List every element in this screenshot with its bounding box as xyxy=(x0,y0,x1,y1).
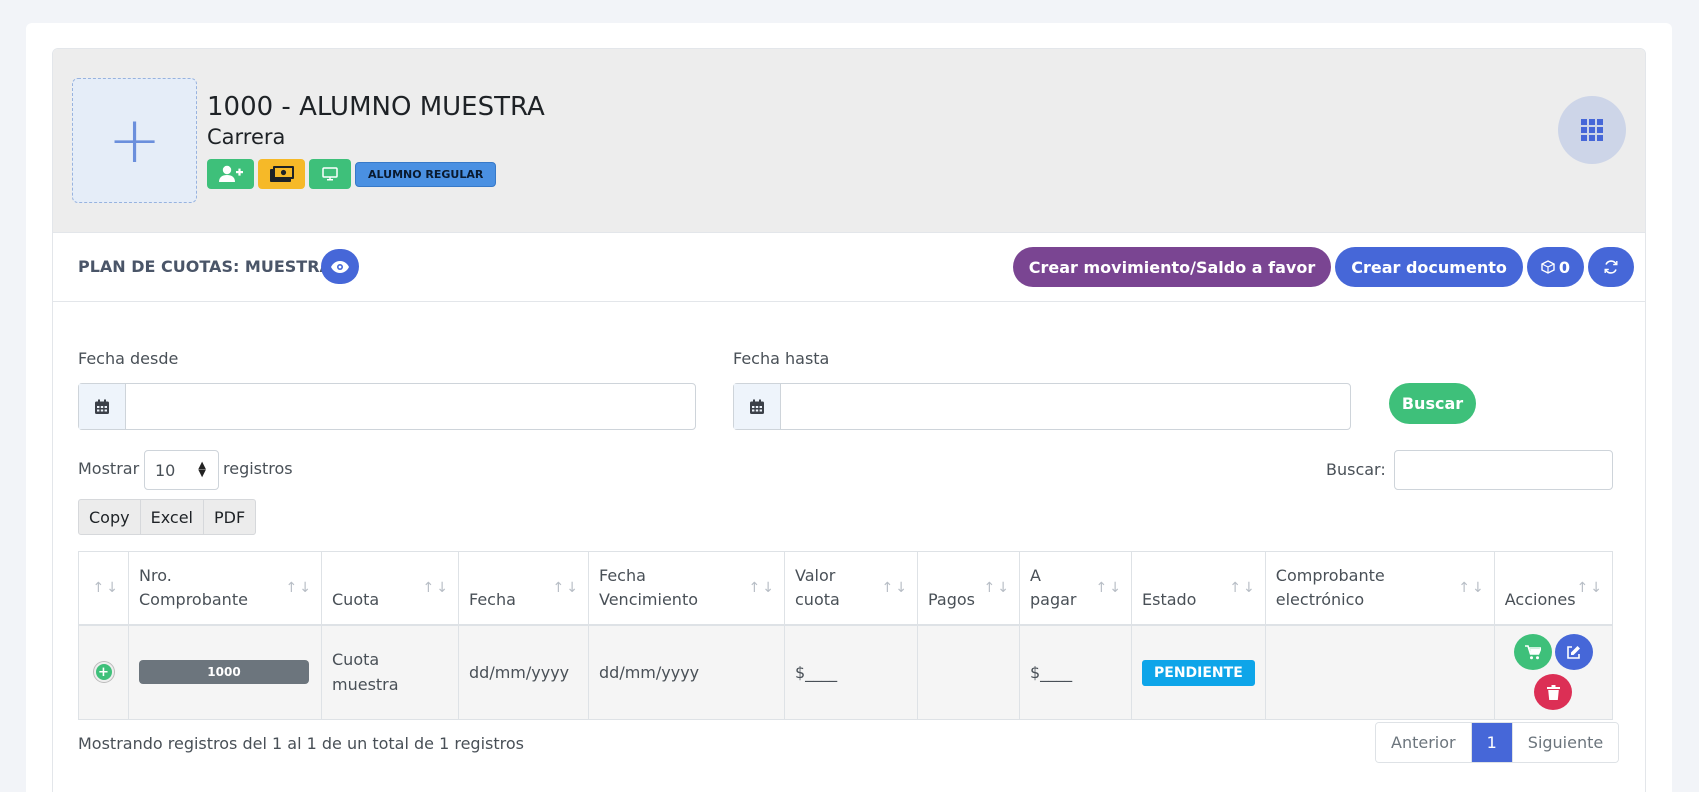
pagination-next[interactable]: Siguiente xyxy=(1512,723,1619,762)
column-header-estado[interactable]: Estado ↑↓ xyxy=(1131,551,1266,626)
sort-icon: ↑↓ xyxy=(881,580,909,596)
user-plus-icon xyxy=(218,165,243,182)
valor-cell: $____ xyxy=(784,624,918,720)
student-career: Carrera xyxy=(207,125,286,149)
sort-icon: ↑↓ xyxy=(422,580,450,596)
delete-button[interactable] xyxy=(1534,674,1573,711)
comprobante-cell xyxy=(1264,624,1495,720)
records-label: registros xyxy=(223,459,293,478)
column-header-expand[interactable]: ↑↓ xyxy=(78,551,129,626)
plan-toolbar: PLAN DE CUOTAS: MUESTRA Crear movimiento… xyxy=(53,233,1645,302)
sort-icon: ↑↓ xyxy=(1095,580,1123,596)
installments-table: ↑↓ Nro. Comprobante ↑↓ Cuota ↑↓ Fecha ↑↓ Fe… xyxy=(78,551,1614,720)
pagos-cell xyxy=(917,624,1020,720)
refresh-icon xyxy=(1604,260,1618,274)
pagination-current[interactable]: 1 xyxy=(1471,723,1513,762)
pagination-prev[interactable]: Anterior xyxy=(1376,723,1472,762)
column-header-valor[interactable]: Valor cuota ↑↓ xyxy=(784,551,918,626)
box-icon xyxy=(1541,260,1555,274)
date-to-field[interactable] xyxy=(733,383,1351,430)
sort-icon: ↑↓ xyxy=(285,580,313,596)
student-badges: ALUMNO REGULAR xyxy=(207,159,497,189)
fecha-cell: dd/mm/yyyy xyxy=(458,624,589,720)
column-header-comprobante[interactable]: Comprobante electrónico ↑↓ xyxy=(1264,551,1495,626)
trash-icon xyxy=(1546,684,1560,700)
sort-icon: ↑↓ xyxy=(1458,580,1486,596)
status-badge: PENDIENTE xyxy=(1142,659,1255,686)
plan-title: PLAN DE CUOTAS: MUESTRA xyxy=(78,257,332,276)
sort-icon: ↑↓ xyxy=(92,580,120,596)
table-search-input[interactable] xyxy=(1394,450,1613,490)
cart-icon xyxy=(1524,644,1541,659)
add-user-button[interactable] xyxy=(207,159,254,189)
column-header-pagos[interactable]: Pagos ↑↓ xyxy=(917,551,1020,626)
sort-icon: ↑↓ xyxy=(1229,580,1257,596)
create-document-button[interactable]: Crear documento xyxy=(1335,247,1523,287)
money-bill-icon xyxy=(269,166,294,182)
edit-icon xyxy=(1567,645,1581,659)
calendar-icon xyxy=(734,384,781,429)
nro-cell: 1000 xyxy=(128,624,322,720)
row-actions xyxy=(1508,634,1598,711)
column-header-acciones[interactable]: Acciones ↑↓ xyxy=(1493,551,1614,626)
grid-icon xyxy=(1581,119,1603,141)
student-header: + 1000 - ALUMNO MUESTRA Carrera ALUMNO R… xyxy=(53,49,1645,233)
pagination: Anterior 1 Siguiente xyxy=(1375,722,1620,763)
calendar-icon xyxy=(79,384,126,429)
select-arrows-icon: ▲ ▼ xyxy=(198,460,206,479)
show-label: Mostrar xyxy=(78,459,140,478)
date-from-label: Fecha desde xyxy=(78,349,179,368)
export-buttons: Copy Excel PDF xyxy=(78,499,257,535)
pay-button[interactable] xyxy=(1513,634,1552,671)
search-button[interactable]: Buscar xyxy=(1389,383,1476,424)
sort-icon: ↑↓ xyxy=(552,580,580,596)
page-size-select[interactable]: 10 ▲ ▼ xyxy=(144,450,219,490)
refresh-button[interactable] xyxy=(1588,247,1634,287)
table-row: + 1000 Cuota muestra dd/mm/yyyy dd/mm/yy… xyxy=(78,624,1614,720)
apps-menu-button[interactable] xyxy=(1558,96,1626,164)
nro-badge: 1000 xyxy=(139,660,309,685)
eye-icon xyxy=(331,260,349,273)
column-header-fecha[interactable]: Fecha ↑↓ xyxy=(458,551,589,626)
acciones-cell xyxy=(1493,624,1614,720)
virtual-campus-button[interactable] xyxy=(309,159,351,189)
sort-icon: ↑↓ xyxy=(748,580,776,596)
pdf-button[interactable]: PDF xyxy=(204,500,255,534)
view-plan-button[interactable] xyxy=(321,249,359,284)
toolbar-actions: Crear movimiento/Saldo a favor Crear doc… xyxy=(1012,247,1634,287)
box-count: 0 xyxy=(1558,257,1570,277)
table-header-row: ↑↓ Nro. Comprobante ↑↓ Cuota ↑↓ Fecha ↑↓ Fe… xyxy=(78,551,1614,626)
payments-button[interactable] xyxy=(258,159,305,189)
date-from-field[interactable] xyxy=(78,383,696,430)
expand-cell: + xyxy=(78,624,129,720)
date-to-label: Fecha hasta xyxy=(733,349,830,368)
plus-icon: + xyxy=(107,103,162,178)
estado-cell: PENDIENTE xyxy=(1131,624,1266,720)
vencimiento-cell: dd/mm/yyyy xyxy=(588,624,785,720)
excel-button[interactable]: Excel xyxy=(141,500,204,534)
cuota-cell: Cuota muestra xyxy=(321,624,459,720)
avatar-upload[interactable]: + xyxy=(72,78,197,203)
sort-icon: ↑↓ xyxy=(1576,580,1604,596)
student-name: 1000 - ALUMNO MUESTRA xyxy=(207,92,545,122)
apagar-cell: $____ xyxy=(1019,624,1132,720)
search-label: Buscar: xyxy=(1326,460,1386,479)
column-header-cuota[interactable]: Cuota ↑↓ xyxy=(321,551,459,626)
column-header-nro[interactable]: Nro. Comprobante ↑↓ xyxy=(128,551,322,626)
desktop-icon xyxy=(322,167,338,181)
create-movement-button[interactable]: Crear movimiento/Saldo a favor xyxy=(1012,247,1332,287)
page-size-value: 10 xyxy=(155,460,176,480)
column-header-apagar[interactable]: A pagar ↑↓ xyxy=(1019,551,1132,626)
copy-button[interactable]: Copy xyxy=(79,500,141,534)
column-header-vencimiento[interactable]: Fecha Vencimiento ↑↓ xyxy=(588,551,785,626)
sort-icon: ↑↓ xyxy=(983,580,1011,596)
edit-button[interactable] xyxy=(1554,634,1593,671)
table-info: Mostrando registros del 1 al 1 de un tot… xyxy=(78,734,524,753)
box-count-button[interactable]: 0 xyxy=(1526,247,1584,287)
status-badge: ALUMNO REGULAR xyxy=(355,161,497,187)
plus-circle-icon[interactable]: + xyxy=(93,662,114,683)
